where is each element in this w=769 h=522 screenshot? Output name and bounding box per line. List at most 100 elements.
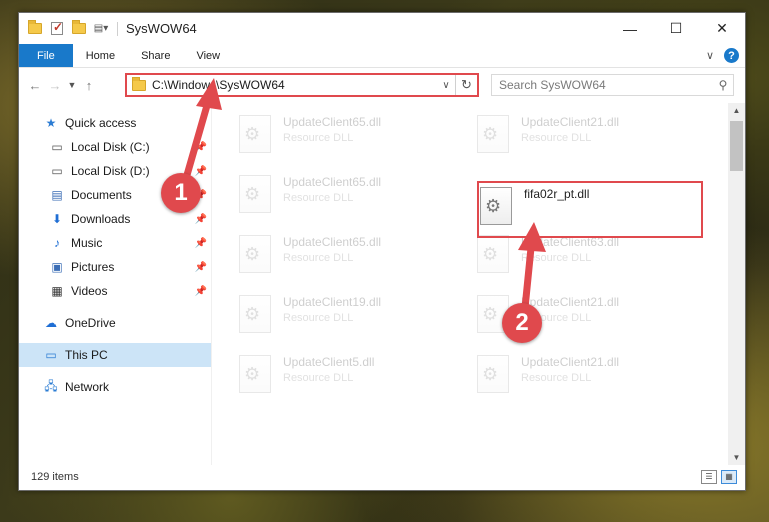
minimize-button[interactable]: — [607, 13, 653, 44]
file-item[interactable]: UpdateClient65.dll Resource DLL [239, 111, 469, 163]
file-highlight-box [477, 181, 703, 238]
folder-icon [27, 20, 43, 37]
content-area: ★ Quick access ▭ Local Disk (C:) 📌 ▭ Loc… [19, 103, 745, 465]
forward-arrow-icon[interactable]: → [45, 78, 65, 93]
videos-icon: ▦ [51, 284, 63, 298]
dll-file-icon [477, 235, 509, 273]
annotation-step-1-badge: 1 [161, 173, 201, 213]
network-icon: 🖧 [44, 378, 58, 393]
folder-icon [132, 76, 146, 91]
address-path[interactable]: C:\Windows\SysWOW64 [152, 78, 437, 92]
file-type: Resource DLL [283, 252, 354, 264]
file-name: UpdateClient5.dll [283, 355, 375, 369]
nav-label: This PC [65, 348, 108, 362]
nav-music[interactable]: ♪ Music 📌 [19, 231, 211, 255]
nav-videos[interactable]: ▦ Videos 📌 [19, 279, 211, 303]
tab-view[interactable]: View [183, 44, 233, 67]
quick-access-menu-icon[interactable]: ▤▾ [93, 21, 109, 37]
tab-share[interactable]: Share [128, 44, 183, 67]
drive-icon: ▭ [51, 140, 63, 154]
up-arrow-icon[interactable]: ↑ [79, 78, 99, 93]
tab-file[interactable]: File [19, 44, 73, 67]
navigation-pane: ★ Quick access ▭ Local Disk (C:) 📌 ▭ Loc… [19, 103, 212, 465]
file-type: Resource DLL [283, 312, 354, 324]
file-type: Resource DLL [283, 132, 354, 144]
dll-file-icon [239, 235, 271, 273]
file-item[interactable]: UpdateClient63.dllResource DLL [477, 231, 707, 283]
file-item[interactable]: UpdateClient65.dll Resource DLL [239, 171, 469, 223]
file-list: UpdateClient65.dll Resource DLL UpdateCli… [212, 103, 745, 465]
address-bar[interactable]: C:\Windows\SysWOW64 ∨ ↻ [125, 73, 479, 97]
search-icon[interactable]: ⚲ [713, 78, 733, 92]
refresh-icon[interactable]: ↻ [455, 75, 477, 95]
file-item[interactable]: UpdateClient5.dll Resource DLL [239, 351, 469, 403]
nav-local-disk-c[interactable]: ▭ Local Disk (C:) 📌 [19, 135, 211, 159]
dll-file-icon [239, 295, 271, 333]
file-item[interactable]: UpdateClient21.dll Resource DLL [477, 351, 707, 403]
nav-label: Local Disk (D:) [71, 164, 150, 178]
nav-this-pc[interactable]: ▭ This PC [19, 343, 211, 367]
divider [117, 21, 118, 36]
large-icons-view-icon[interactable]: ▦ [721, 470, 737, 484]
pin-icon[interactable]: 📌 [195, 166, 207, 177]
computer-icon: ▭ [45, 348, 57, 362]
drive-icon: ▭ [51, 164, 63, 178]
dll-file-icon [239, 175, 271, 213]
nav-label: Music [71, 236, 103, 250]
pin-icon[interactable]: 📌 [195, 142, 207, 153]
nav-label: Videos [71, 284, 108, 298]
pin-icon[interactable]: 📌 [195, 286, 207, 297]
nav-onedrive[interactable]: ☁ OneDrive [19, 311, 211, 335]
dll-file-icon [239, 355, 271, 393]
nav-quick-access[interactable]: ★ Quick access [19, 111, 211, 135]
file-item[interactable]: UpdateClient19.dll Resource DLL [239, 291, 469, 343]
file-name: UpdateClient65.dll [283, 175, 382, 189]
file-explorer-window: ▤▾ SysWOW64 — ☐ ✕ File Home Share View ∨… [18, 12, 746, 491]
nav-pictures[interactable]: ▣ Pictures 📌 [19, 255, 211, 279]
back-arrow-icon[interactable]: ← [25, 78, 45, 93]
file-type: Resource DLL [521, 372, 592, 384]
ribbon-right: ∨ ? [706, 44, 745, 67]
nav-label: Local Disk (C:) [71, 140, 150, 154]
properties-icon[interactable] [49, 20, 65, 37]
file-type: Resource DLL [283, 372, 354, 384]
annotation-step-2-badge: 2 [502, 303, 542, 343]
new-folder-icon[interactable] [71, 20, 87, 37]
file-type: Resource DLL [521, 132, 592, 144]
dll-file-icon [477, 355, 509, 393]
close-button[interactable]: ✕ [699, 13, 745, 44]
scroll-thumb[interactable] [730, 121, 743, 171]
chevron-down-icon[interactable]: ∨ [437, 80, 455, 91]
status-bar: 129 items ☰ ▦ [19, 464, 745, 490]
file-name: UpdateClient21.dll [521, 295, 620, 309]
window-title: SysWOW64 [126, 21, 197, 36]
nav-label: Downloads [71, 212, 131, 226]
nav-label: Pictures [71, 260, 115, 274]
tab-home[interactable]: Home [73, 44, 128, 67]
help-icon[interactable]: ? [724, 48, 739, 63]
details-view-icon[interactable]: ☰ [701, 470, 717, 484]
pin-icon[interactable]: 📌 [195, 238, 207, 249]
vertical-scrollbar[interactable]: ▲ ▼ [728, 103, 745, 465]
file-item[interactable]: UpdateClient21.dll Resource DLL [477, 111, 707, 163]
downloads-icon: ⬇ [51, 212, 63, 226]
cloud-icon: ☁ [45, 316, 57, 330]
pin-icon[interactable]: 📌 [195, 214, 207, 225]
pictures-icon: ▣ [51, 260, 63, 274]
nav-label: Network [65, 380, 110, 394]
search-input[interactable]: Search SysWOW64 ⚲ [491, 74, 734, 96]
pin-icon[interactable]: 📌 [195, 262, 207, 273]
recent-locations-icon[interactable]: ▼ [65, 80, 79, 90]
window-controls: — ☐ ✕ [607, 13, 745, 44]
music-icon: ♪ [54, 236, 60, 250]
documents-icon: ▤ [51, 188, 63, 202]
expand-ribbon-icon[interactable]: ∨ [706, 49, 714, 62]
file-type: Resource DLL [521, 252, 592, 264]
file-item[interactable]: UpdateClient65.dll Resource DLL [239, 231, 469, 283]
scroll-down-icon[interactable]: ▼ [728, 453, 745, 462]
scroll-up-icon[interactable]: ▲ [728, 106, 745, 115]
title-bar: ▤▾ SysWOW64 — ☐ ✕ [19, 13, 745, 44]
nav-network[interactable]: 🖧 Network [19, 375, 211, 399]
file-name: UpdateClient21.dll [521, 355, 620, 369]
maximize-button[interactable]: ☐ [653, 13, 699, 44]
